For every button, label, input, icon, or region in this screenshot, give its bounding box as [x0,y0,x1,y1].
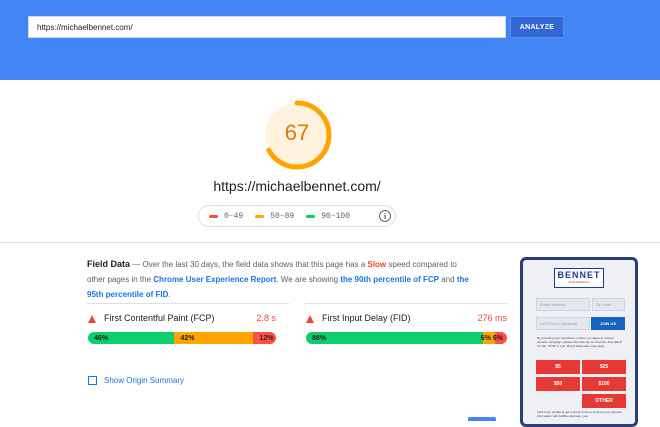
distribution-slow: 12% [253,332,276,344]
donation-amount: $5 [536,360,580,374]
logo-wordmark: BENNET [557,270,601,280]
bennet-logo: BENNET FOR AMERICA [554,268,604,288]
origin-summary-label[interactable]: Show Origin Summary [104,376,184,385]
metric-name: First Input Delay (FID) [322,313,411,323]
field-text-segment: — Over the last 30 days, the field data … [130,260,368,269]
field-data-title: Field Data [87,259,131,269]
thumbnail-email-field: Email address [536,298,590,311]
metric-header: First Input Delay (FID) 276 ms [306,313,507,327]
metric-separator [87,303,289,304]
field-text-segment: . We are showing [276,275,341,284]
donation-amount: $50 [536,377,580,391]
performance-score: 67 [284,120,310,145]
metric-fid: First Input Delay (FID) 276 ms 88% 6% 6% [306,313,507,344]
legend-mark-red [209,214,218,218]
field-data-description: Field Data — Over the last 30 days, the … [87,257,475,302]
legend-label: 0–49 [224,211,244,221]
metric-separator [305,303,507,304]
metric-value: 2.8 s [256,313,276,323]
scroll-edge-indicator [468,417,496,421]
distribution-slow: 6% [493,332,507,344]
donation-amount: $25 [582,360,626,374]
thumbnail-phone-field: Cell Phone (optional) [536,317,590,330]
analyzed-url: https://michaelbennet.com/ [213,178,381,194]
distribution-average: 42% [174,332,254,344]
distribution-fast: 46% [88,332,175,344]
thumbnail-disclaimer: By providing your cell phone number you … [537,336,622,348]
origin-summary-checkbox[interactable] [88,376,97,385]
legend-label: 90–100 [321,211,351,221]
warning-triangle-icon [88,315,96,323]
slow-label: Slow [367,260,387,269]
donation-amount: $100 [582,377,626,391]
warning-triangle-icon [306,315,314,323]
metric-value: 276 ms [477,313,507,323]
legend-item-average: 50–89 [255,212,294,221]
distribution-bar: 46% 42% 12% [88,332,276,344]
score-legend: 0–49 50–89 90–100 i [198,205,396,227]
legend-item-pass: 90–100 [306,212,350,221]
section-divider [0,242,660,243]
thumbnail-zip-field: Zip code [592,298,625,311]
thumbnail-footer-text: Click to an update to get records if you… [537,410,622,418]
metric-fcp: First Contentful Paint (FCP) 2.8 s 46% 4… [88,313,276,344]
legend-mark-green [306,214,316,218]
chrome-ux-report-link[interactable]: Chrome User Experience Report [153,275,276,284]
page-screenshot-thumbnail: BENNET FOR AMERICA Email address Zip cod… [520,257,638,427]
donation-amount: OTHER [582,394,626,408]
info-icon[interactable]: i [379,210,391,222]
field-text-segment: . [168,290,171,299]
distribution-fast: 88% [306,332,483,344]
origin-summary-toggle[interactable]: Show Origin Summary [88,376,184,385]
metric-name: First Contentful Paint (FCP) [104,313,215,323]
url-input[interactable] [28,16,506,38]
distribution-bar: 88% 6% 6% [306,332,507,344]
legend-item-fail: 0–49 [209,212,243,221]
legend-label: 50–89 [270,211,295,221]
thumbnail-join-button: JOIN US [591,317,625,330]
fcp-percentile-link[interactable]: the 90th percentile of FCP [340,275,439,284]
legend-mark-orange [255,214,265,218]
analyze-button[interactable]: ANALYZE [510,16,564,38]
top-banner [0,0,660,80]
logo-subtitle: FOR AMERICA [568,280,590,284]
field-text-segment: and [439,275,457,284]
metric-header: First Contentful Paint (FCP) 2.8 s [88,313,276,327]
